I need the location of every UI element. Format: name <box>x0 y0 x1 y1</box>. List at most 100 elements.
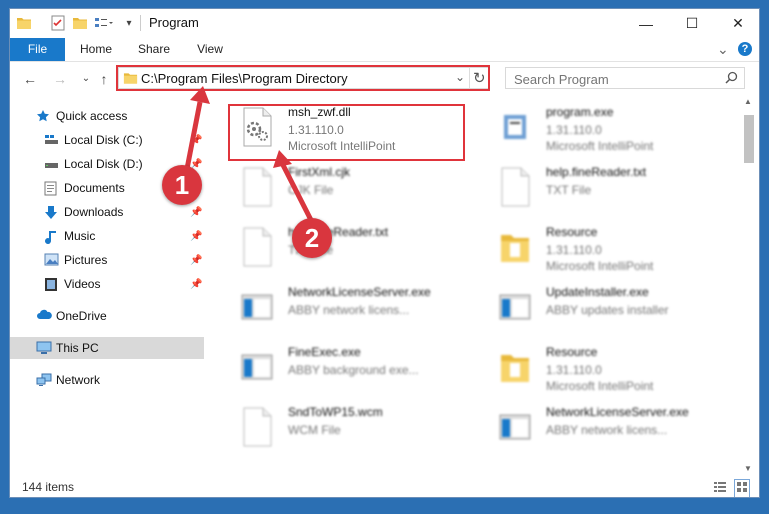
nav-item-network[interactable]: Network <box>10 369 204 391</box>
file-item-firstxml-cjk[interactable]: FirstXml.cjk CJK File <box>230 161 475 217</box>
file-company: Microsoft IntelliPoint <box>546 259 654 273</box>
address-bar-highlight <box>116 65 490 91</box>
window-icon <box>498 407 532 447</box>
properties-icon[interactable] <box>50 14 66 32</box>
tab-share[interactable]: Share <box>130 38 178 61</box>
tab-home[interactable]: Home <box>72 38 120 61</box>
nav-item-label: Local Disk (C:) <box>64 133 143 147</box>
expand-ribbon-icon[interactable]: ⌄ <box>717 41 729 58</box>
documents-icon <box>44 181 60 196</box>
window-icon <box>498 287 532 327</box>
details-view-icon[interactable] <box>713 481 727 496</box>
star-icon <box>36 109 52 123</box>
file-description: ABBY network licens... <box>288 303 410 317</box>
drive-icon <box>44 157 60 171</box>
nav-item-onedrive[interactable]: OneDrive <box>10 305 204 327</box>
forward-button[interactable]: → <box>50 70 70 88</box>
nav-item-this-pc[interactable]: This PC <box>10 337 204 359</box>
step-badge-1: 1 <box>162 165 202 205</box>
file-icon <box>240 167 274 207</box>
pictures-icon <box>44 253 60 267</box>
download-icon <box>44 205 60 219</box>
file-name: NetworkLicenseServer.exe <box>288 285 431 299</box>
nav-item-label: Quick access <box>56 109 128 123</box>
file-item-networklicenseserver-exe[interactable]: NetworkLicenseServer.exe ABBY network li… <box>488 401 733 457</box>
scroll-down-icon[interactable]: ▼ <box>744 464 752 473</box>
scrollbar-thumb[interactable] <box>744 115 754 163</box>
file-description: ABBY network licens... <box>546 423 668 437</box>
vertical-scrollbar[interactable]: ▲ ▼ <box>741 95 757 475</box>
search-input[interactable] <box>512 70 716 88</box>
close-button[interactable]: ✕ <box>715 9 759 38</box>
qat-dropdown-icon[interactable]: ▾ <box>124 14 134 32</box>
search-box[interactable] <box>505 67 745 89</box>
nav-item-pictures[interactable]: Pictures 📌 <box>10 249 204 271</box>
recent-locations-icon[interactable]: ⌄ <box>76 70 96 88</box>
file-company: Microsoft IntelliPoint <box>546 379 654 393</box>
cloud-icon <box>36 309 52 323</box>
divider <box>140 15 141 31</box>
file-name: FirstXml.cjk <box>288 165 350 179</box>
file-item-help-finereader-txt[interactable]: help.fineReader.txt TXT File <box>488 161 733 217</box>
exe-icon <box>498 107 532 147</box>
pin-icon[interactable]: 📌 <box>190 135 202 146</box>
file-description: ABBY background exe... <box>288 363 419 377</box>
search-icon[interactable] <box>725 71 738 87</box>
minimize-button[interactable]: — <box>623 9 669 38</box>
navigation-pane: Quick access Local Disk (C:) 📌 Local Dis… <box>10 95 204 475</box>
file-item-updateinstaller-exe[interactable]: UpdateInstaller.exe ABBY updates install… <box>488 281 733 337</box>
file-item-sndtowp15-wcm[interactable]: SndToWP15.wcm WCM File <box>230 401 475 457</box>
up-button[interactable]: ↑ <box>94 70 114 88</box>
drive-icon <box>44 133 60 147</box>
folder-icon <box>16 14 32 32</box>
large-icons-view-icon[interactable] <box>734 479 750 497</box>
back-button[interactable]: ← <box>20 70 40 88</box>
videos-icon <box>44 277 60 291</box>
item-count: 144 items <box>22 480 75 494</box>
pin-icon[interactable]: 📌 <box>190 279 202 290</box>
nav-item-quick-access[interactable]: Quick access <box>10 105 204 127</box>
customize-toolbar-icon[interactable] <box>94 14 114 32</box>
pin-icon[interactable]: 📌 <box>190 231 202 242</box>
file-type: CJK File <box>288 183 334 197</box>
maximize-button[interactable]: ☐ <box>669 9 715 38</box>
file-icon <box>240 407 274 447</box>
nav-item-local-disk-c[interactable]: Local Disk (C:) 📌 <box>10 129 204 151</box>
file-item-resource-folder[interactable]: Resource 1.31.110.0 Microsoft IntelliPoi… <box>488 221 733 277</box>
nav-item-label: Pictures <box>64 253 108 267</box>
nav-item-downloads[interactable]: Downloads 📌 <box>10 201 204 223</box>
tab-file[interactable]: File <box>10 38 65 61</box>
tab-view[interactable]: View <box>186 38 234 61</box>
file-name: program.exe <box>546 105 614 119</box>
file-item-fineexec-exe[interactable]: FineExec.exe ABBY background exe... <box>230 341 475 397</box>
scroll-up-icon[interactable]: ▲ <box>744 97 752 106</box>
nav-item-music[interactable]: Music 📌 <box>10 225 204 247</box>
network-icon <box>36 373 52 387</box>
nav-item-label: OneDrive <box>56 309 107 323</box>
file-item-program-exe[interactable]: program.exe 1.31.110.0 Microsoft Intelli… <box>488 101 733 157</box>
nav-item-label: Downloads <box>64 205 124 219</box>
nav-item-videos[interactable]: Videos 📌 <box>10 273 204 295</box>
file-item-help-finereader-txt[interactable]: help.fineReader.txt TXT File <box>230 221 475 277</box>
file-type: TXT File <box>546 183 592 197</box>
help-icon[interactable]: ? <box>738 42 752 56</box>
file-version: 1.31.110.0 <box>546 243 602 257</box>
file-item-networklicenseserver-exe[interactable]: NetworkLicenseServer.exe ABBY network li… <box>230 281 475 337</box>
title-bar: ▾ Program — ☐ ✕ <box>10 9 759 38</box>
step-badge-2: 2 <box>292 218 332 258</box>
file-company: Microsoft IntelliPoint <box>546 139 654 153</box>
file-name: SndToWP15.wcm <box>288 405 383 419</box>
pin-icon[interactable]: 📌 <box>190 207 202 218</box>
file-name: Resource <box>546 345 598 359</box>
folder-icon <box>498 227 532 267</box>
nav-item-label: Videos <box>64 277 101 291</box>
file-name: NetworkLicenseServer.exe <box>546 405 689 419</box>
status-bar: 144 items <box>10 475 759 497</box>
file-name: Resource <box>546 225 598 239</box>
pin-icon[interactable]: 📌 <box>190 255 202 266</box>
window-icon <box>240 347 274 387</box>
file-icon <box>240 227 274 267</box>
new-folder-icon[interactable] <box>72 14 88 32</box>
file-name: help.fineReader.txt <box>546 165 647 179</box>
file-item-resource-folder[interactable]: Resource 1.31.110.0 Microsoft IntelliPoi… <box>488 341 733 397</box>
